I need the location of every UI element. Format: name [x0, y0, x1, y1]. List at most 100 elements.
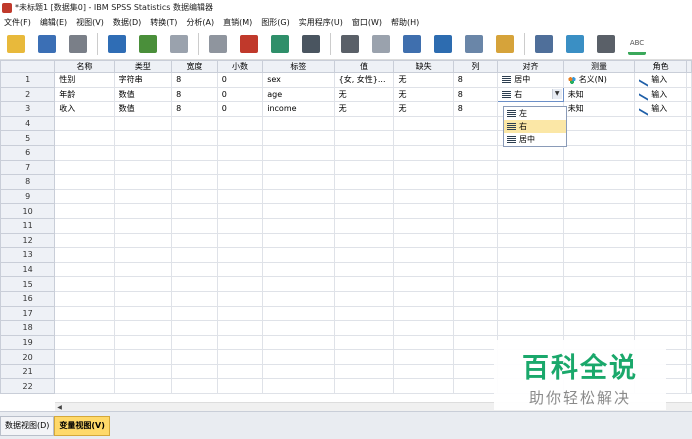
empty-cell[interactable] — [262, 115, 335, 132]
empty-cell[interactable] — [171, 378, 218, 395]
corner-cell[interactable] — [0, 60, 56, 73]
empty-cell[interactable] — [634, 305, 687, 322]
empty-cell[interactable] — [262, 188, 335, 205]
empty-cell[interactable] — [262, 261, 335, 278]
empty-cell[interactable] — [333, 115, 395, 132]
row-number[interactable]: 22 — [0, 378, 56, 395]
empty-cell[interactable] — [333, 203, 395, 219]
empty-cell[interactable] — [452, 305, 499, 322]
empty-cell[interactable] — [452, 261, 499, 278]
split-file-button[interactable] — [431, 33, 455, 55]
empty-cell[interactable] — [216, 378, 264, 395]
empty-cell[interactable] — [171, 261, 218, 278]
run-descriptives-button[interactable] — [299, 33, 323, 55]
column-header-2[interactable]: 宽度 — [171, 60, 218, 73]
empty-cell[interactable] — [54, 130, 115, 146]
empty-cell[interactable] — [686, 305, 692, 322]
empty-cell[interactable] — [497, 276, 564, 292]
empty-cell[interactable] — [634, 130, 687, 146]
empty-cell[interactable] — [497, 305, 564, 322]
empty-cell[interactable] — [171, 232, 218, 249]
cell-decimals[interactable]: 0 — [216, 72, 264, 88]
row-number[interactable]: 20 — [0, 349, 56, 365]
row-number[interactable]: 8 — [0, 174, 56, 190]
empty-cell[interactable] — [562, 188, 636, 205]
empty-cell[interactable] — [171, 349, 218, 365]
goto-case-button[interactable] — [206, 33, 230, 55]
empty-cell[interactable] — [393, 115, 454, 132]
cell-columns[interactable]: 8 — [452, 86, 499, 103]
empty-cell[interactable] — [393, 320, 454, 336]
empty-cell[interactable] — [393, 363, 454, 380]
empty-cell[interactable] — [113, 363, 173, 380]
empty-cell[interactable] — [686, 144, 692, 161]
empty-cell[interactable] — [497, 174, 564, 190]
empty-cell[interactable] — [333, 334, 395, 351]
row-number[interactable]: 3 — [0, 101, 56, 117]
empty-cell[interactable] — [54, 188, 115, 205]
empty-cell[interactable] — [393, 144, 454, 161]
row-number[interactable]: 15 — [0, 276, 56, 292]
empty-cell[interactable] — [216, 115, 264, 132]
empty-cell[interactable] — [54, 217, 115, 234]
empty-cell[interactable] — [333, 144, 395, 161]
empty-cell[interactable] — [686, 320, 692, 336]
cell-role[interactable]: 输入 — [634, 101, 687, 117]
row-number[interactable]: 6 — [0, 144, 56, 161]
empty-cell[interactable] — [113, 232, 173, 249]
empty-cell[interactable] — [452, 203, 499, 219]
menu-item-3[interactable]: 数据(D) — [113, 17, 141, 28]
empty-cell[interactable] — [452, 115, 499, 132]
empty-cell[interactable] — [497, 217, 564, 234]
empty-cell[interactable] — [634, 203, 687, 219]
empty-cell[interactable] — [686, 363, 692, 380]
menu-item-9[interactable]: 窗口(W) — [352, 17, 382, 28]
row-number[interactable]: 16 — [0, 290, 56, 307]
empty-cell[interactable] — [686, 159, 692, 176]
save-button[interactable] — [35, 33, 59, 55]
cell-missing[interactable]: 无 — [393, 72, 454, 88]
empty-cell[interactable] — [333, 261, 395, 278]
menu-item-6[interactable]: 直销(M) — [223, 17, 252, 28]
align-option-0[interactable]: 左 — [504, 107, 566, 120]
empty-cell[interactable] — [452, 320, 499, 336]
menu-item-4[interactable]: 转换(T) — [150, 17, 177, 28]
cell-extra[interactable] — [686, 72, 692, 88]
empty-cell[interactable] — [216, 203, 264, 219]
empty-cell[interactable] — [333, 290, 395, 307]
empty-cell[interactable] — [686, 261, 692, 278]
empty-cell[interactable] — [562, 232, 636, 249]
empty-cell[interactable] — [216, 174, 264, 190]
empty-cell[interactable] — [452, 378, 499, 395]
empty-cell[interactable] — [171, 334, 218, 351]
cell-role[interactable]: 输入 — [634, 86, 687, 103]
empty-cell[interactable] — [262, 334, 335, 351]
empty-cell[interactable] — [54, 305, 115, 322]
column-header-6[interactable]: 缺失 — [393, 60, 454, 73]
empty-cell[interactable] — [171, 305, 218, 322]
empty-cell[interactable] — [562, 159, 636, 176]
column-header-0[interactable]: 名称 — [54, 60, 115, 73]
empty-cell[interactable] — [634, 144, 687, 161]
empty-cell[interactable] — [113, 115, 173, 132]
cell-columns[interactable]: 8 — [452, 101, 499, 117]
empty-cell[interactable] — [634, 247, 687, 263]
empty-cell[interactable] — [393, 378, 454, 395]
empty-cell[interactable] — [171, 290, 218, 307]
empty-cell[interactable] — [634, 290, 687, 307]
empty-cell[interactable] — [171, 188, 218, 205]
column-header-3[interactable]: 小数 — [216, 60, 264, 73]
cell-extra[interactable] — [686, 86, 692, 103]
row-number[interactable]: 21 — [0, 363, 56, 380]
find-button[interactable] — [338, 33, 362, 55]
cell-role[interactable]: 输入 — [634, 72, 687, 88]
column-header-9[interactable]: 测量 — [562, 60, 636, 73]
empty-cell[interactable] — [113, 334, 173, 351]
empty-cell[interactable] — [452, 130, 499, 146]
cell-width[interactable]: 8 — [171, 101, 218, 117]
empty-cell[interactable] — [393, 203, 454, 219]
cell-values[interactable]: 无 — [333, 101, 395, 117]
empty-cell[interactable] — [452, 217, 499, 234]
empty-cell[interactable] — [262, 363, 335, 380]
row-number[interactable]: 10 — [0, 203, 56, 219]
